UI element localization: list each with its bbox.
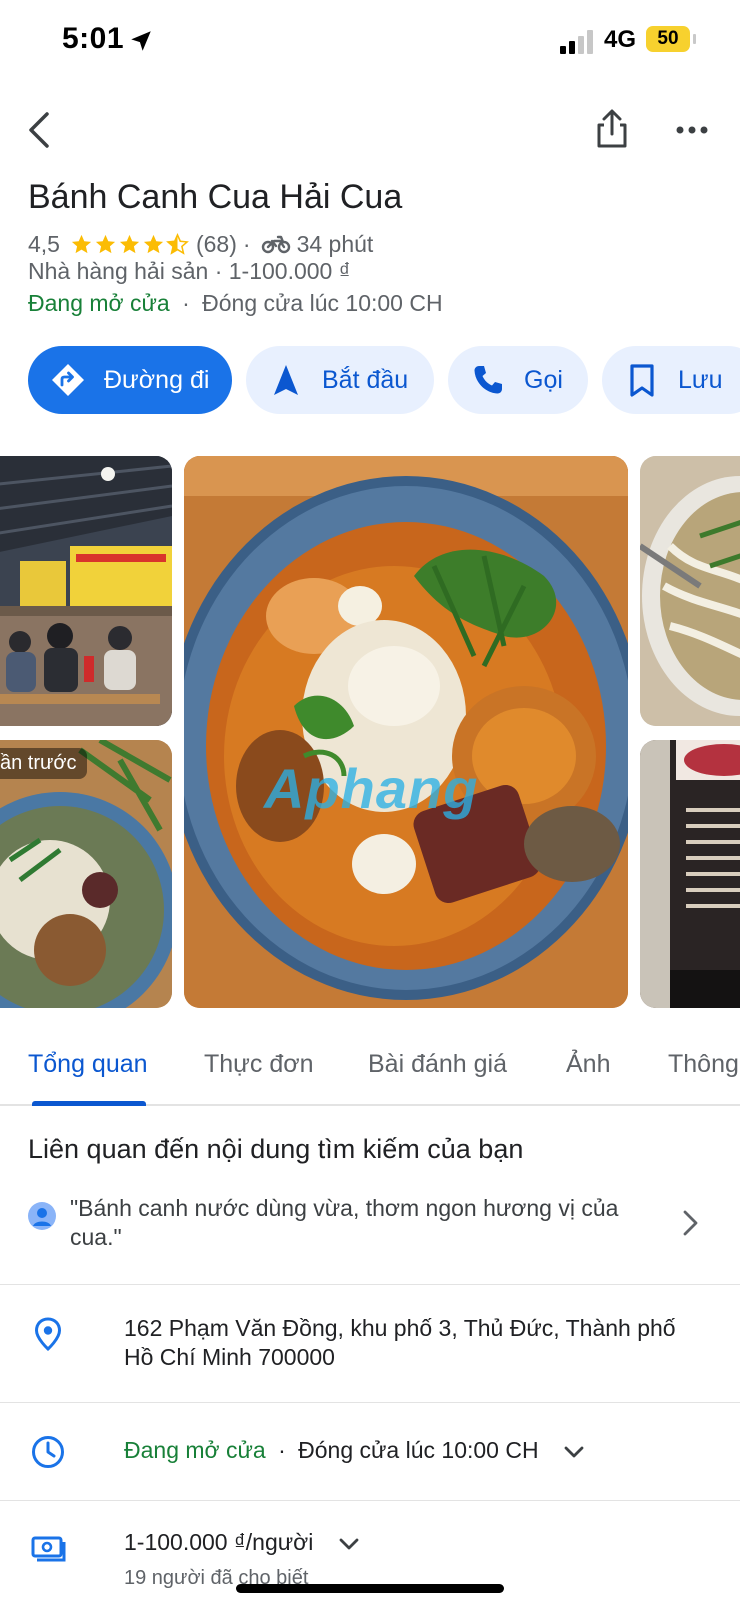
separator-dot: · [182,290,190,316]
more-options-icon[interactable] [670,110,714,150]
motorbike-icon [261,235,290,254]
location-arrow-icon [131,31,151,51]
hours-closing-time: Đóng cửa lúc 10:00 CH [298,1437,539,1463]
action-chips: Đường đi Bắt đầu Gọi Lưu [28,346,740,414]
separator-dot: · [242,230,251,257]
crab-noodle-soup-image [184,456,628,1008]
clock-icon [32,1436,64,1468]
photo-main-dish[interactable]: Aphang [184,456,628,1008]
chevron-down-icon[interactable] [563,1445,585,1459]
review-count: (68) [195,230,237,257]
hours-open-status: Đang mở cửa [124,1437,266,1463]
rating-value: 4,5 [28,230,60,257]
network-type: 4G [604,26,637,53]
directions-label: Đường đi [104,365,210,394]
review-snippet: "Bánh canh nước dùng vừa, thơm ngon hươn… [70,1195,619,1250]
share-icon[interactable] [590,106,634,152]
previous-dish-image [0,740,172,1008]
location-pin-icon [34,1317,62,1352]
star-full-icon [71,234,92,253]
tab-photos[interactable]: Ảnh [566,1050,610,1079]
photo-menu-sign[interactable] [640,740,740,1008]
star-full-icon [95,234,116,253]
status-time: 5:01 [62,22,125,55]
user-avatar-icon [28,1202,56,1230]
battery-icon: 50 [646,26,690,52]
menu-sign-image [640,740,740,1008]
address-text: 162 Phạm Văn Đồng, khu phố 3, Thủ Đức, T… [124,1315,676,1370]
star-half-icon [166,232,189,255]
tab-menu[interactable]: Thực đơn [204,1050,314,1079]
call-button[interactable]: Gọi [448,346,588,414]
photo-noodle-bowl[interactable] [640,456,740,726]
back-arrow-icon[interactable] [20,108,60,152]
home-indicator[interactable] [236,1584,504,1593]
start-label: Bắt đầu [322,365,409,394]
photo-previous-dish[interactable]: ần trước [0,740,172,1008]
star-full-icon [143,234,164,253]
start-navigation-button[interactable]: Bắt đầu [246,346,434,414]
separator-dot: · [278,1437,286,1463]
star-rating [70,232,190,256]
active-tab-indicator [32,1101,146,1106]
save-button[interactable]: Lưu [602,346,740,414]
tab-about[interactable]: Thông [668,1050,739,1079]
battery-cap [693,34,696,44]
chevron-right-icon [683,1210,698,1236]
address-row[interactable]: 162 Phạm Văn Đồng, khu phố 3, Thủ Đức, T… [0,1284,740,1402]
call-label: Gọi [524,365,563,394]
star-full-icon [119,234,140,253]
directions-button[interactable]: Đường đi [28,346,232,414]
directions-icon [52,364,84,396]
rating-row[interactable]: 4,5 (68) · 34 phút [28,228,373,260]
place-title: Bánh Canh Cua Hải Cua [28,178,403,216]
price-per-person: 1-100.000 ₫/người [124,1529,314,1555]
open-status: Đang mở cửa [28,290,170,316]
noodle-bowl-image [640,456,740,726]
chevron-down-icon[interactable] [338,1537,360,1551]
travel-time: 34 phút [296,230,374,257]
photo-restaurant-interior[interactable] [0,456,172,726]
save-label: Lưu [678,365,723,394]
hours-detail: Đang mở cửa · Đóng cửa lúc 10:00 CH [124,1436,585,1465]
price-detail: 1-100.000 ₫/người [124,1528,360,1557]
recent-photo-label: ần trước [0,748,87,779]
signal-icon [560,30,593,54]
related-heading: Liên quan đến nội dung tìm kiếm của bạn [28,1134,524,1164]
closing-time: Đóng cửa lúc 10:00 CH [202,290,443,316]
phone-icon [474,366,502,394]
tab-overview[interactable]: Tổng quan [28,1050,148,1079]
tab-bar: Tổng quan Thực đơn Bài đánh giá Ảnh Thôn… [0,1036,740,1106]
status-bar: 5:01 4G 50 [0,0,740,84]
watermark-logo: Aphang [264,757,479,820]
bookmark-icon [630,364,654,397]
price-money-icon [31,1536,66,1562]
review-snippet-row[interactable]: "Bánh canh nước dùng vừa, thơm ngon hươn… [0,1194,740,1284]
tab-reviews[interactable]: Bài đánh giá [368,1050,507,1079]
category-price: Nhà hàng hải sản · 1-100.000 ₫ [28,258,351,284]
hours-row[interactable]: Đang mở cửa · Đóng cửa lúc 10:00 CH [0,1402,740,1500]
navigation-arrow-icon [274,365,298,395]
restaurant-interior-image [0,456,172,726]
hours-summary[interactable]: Đang mở cửa · Đóng cửa lúc 10:00 CH [28,290,443,317]
battery-level: 50 [657,28,679,49]
